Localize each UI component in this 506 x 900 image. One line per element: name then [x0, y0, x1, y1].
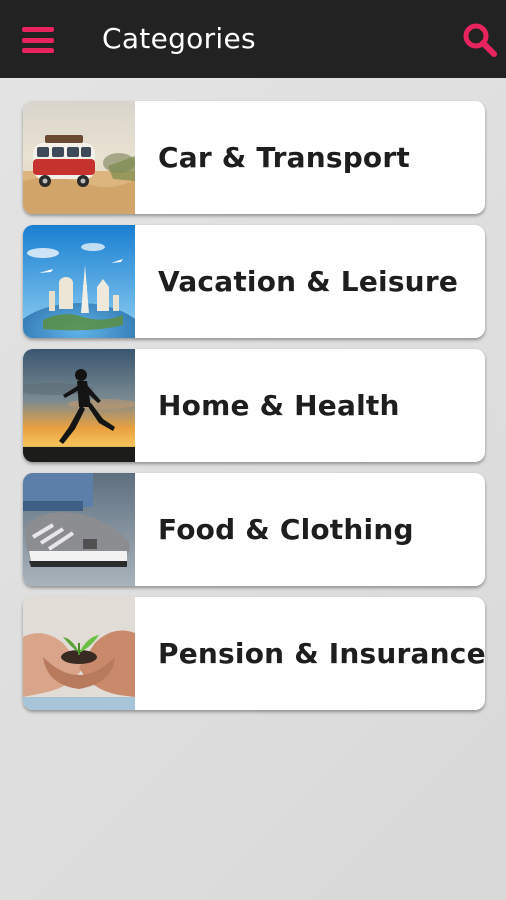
- category-label: Vacation & Leisure: [158, 265, 459, 298]
- menu-bar-top: [22, 27, 54, 32]
- sneakers-image: [23, 473, 135, 586]
- category-label: Food & Clothing: [158, 513, 414, 546]
- menu-bar-middle: [22, 37, 54, 43]
- category-card-home-health[interactable]: Home & Health: [23, 349, 485, 462]
- app-bar: Categories: [0, 0, 506, 78]
- page-title: Categories: [102, 22, 256, 55]
- category-label: Pension & Insurance: [158, 637, 485, 670]
- category-label: Home & Health: [158, 389, 400, 422]
- category-card-food-clothing[interactable]: Food & Clothing: [23, 473, 485, 586]
- category-card-car-transport[interactable]: Car & Transport: [23, 101, 485, 214]
- runner-sunset-image: [23, 349, 135, 462]
- menu-bar-bottom: [22, 48, 54, 53]
- search-icon[interactable]: [462, 22, 498, 58]
- globe-landmarks-image: [23, 225, 135, 338]
- hands-seedling-image: [23, 597, 135, 710]
- category-card-vacation-leisure[interactable]: Vacation & Leisure: [23, 225, 485, 338]
- vintage-van-image: [23, 101, 135, 214]
- category-card-pension-insurance[interactable]: Pension & Insurance: [23, 597, 485, 710]
- hamburger-menu-icon[interactable]: [22, 27, 56, 53]
- category-label: Car & Transport: [158, 141, 410, 174]
- category-list: Car & Transport Vacation & Leisure Home …: [23, 101, 485, 721]
